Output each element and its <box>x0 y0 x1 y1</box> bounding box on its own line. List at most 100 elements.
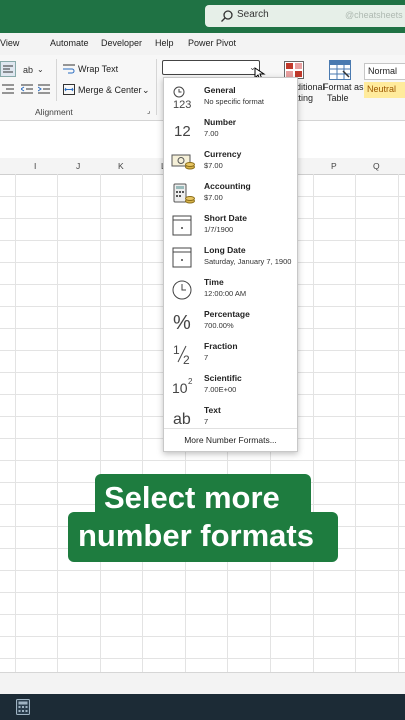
svg-text:ab: ab <box>23 65 33 75</box>
format-example: $7.00 <box>204 161 223 170</box>
scientific-icon: 10 2 <box>172 377 193 396</box>
ribbon-divider <box>56 59 57 101</box>
grid-row-line <box>0 658 405 659</box>
format-example: $7.00 <box>204 193 223 202</box>
menu-view[interactable]: View <box>0 38 19 48</box>
format-example: 700.00% <box>204 321 234 330</box>
svg-text:123: 123 <box>173 99 191 110</box>
alignment-group-label: Alignment <box>35 107 73 117</box>
format-option-time[interactable]: Time 12:00:00 AM <box>164 274 297 306</box>
wrap-text-button[interactable]: Wrap Text <box>78 64 118 74</box>
grid-column-line <box>100 174 101 684</box>
grid-row-line <box>0 592 405 593</box>
format-example: 7 <box>204 353 209 362</box>
format-name: Fraction <box>204 341 238 351</box>
calculator-icon[interactable] <box>16 699 30 715</box>
format-name: Percentage <box>204 309 250 319</box>
more-number-formats-button[interactable]: More Number Formats... <box>164 435 297 445</box>
format-name: Time <box>204 277 224 287</box>
title-bar: Search @cheatsheets <box>0 0 405 33</box>
format-example: 7.00 <box>204 129 219 138</box>
grid-column-line <box>57 174 58 684</box>
grid-column-line <box>15 174 16 684</box>
taskbar <box>0 694 405 720</box>
format-example: 12:00:00 AM <box>204 289 247 298</box>
grid-row-line <box>0 460 405 461</box>
search-icon <box>221 10 233 22</box>
accounting-icon <box>173 183 195 204</box>
format-name: Accounting <box>204 181 251 191</box>
format-name: Long Date <box>204 245 246 255</box>
format-option-long-date[interactable]: Long Date Saturday, January 7, 1900 <box>164 242 297 274</box>
menu-developer[interactable]: Developer <box>101 38 142 48</box>
format-option-currency[interactable]: Currency $7.00 <box>164 146 297 178</box>
decrease-indent-icon[interactable] <box>21 83 33 95</box>
caption-line-1: Select more <box>104 480 280 515</box>
ribbon-divider <box>156 59 157 115</box>
grid-row-line <box>0 614 405 615</box>
merge-dropdown-icon[interactable]: ⌄ <box>142 85 150 96</box>
style-neutral[interactable]: Neutral <box>364 82 405 98</box>
format-option-fraction[interactable]: 1 2 Fraction 7 <box>164 338 297 370</box>
format-name: Text <box>204 405 221 415</box>
format-option-scientific[interactable]: 10 2 Scientific 7.00E+00 <box>164 370 297 402</box>
svg-text:10: 10 <box>172 380 188 396</box>
conditional-formatting-label-1[interactable]: ditional <box>296 82 325 92</box>
column-header[interactable]: Q <box>373 161 380 171</box>
orientation-icon[interactable]: ab ⌄ <box>22 62 44 76</box>
menu-power-pivot[interactable]: Power Pivot <box>188 38 236 48</box>
format-example: 7 <box>204 417 209 426</box>
dialog-launcher-icon[interactable]: ⌟ <box>147 107 150 115</box>
grid-column-line <box>398 174 399 684</box>
column-header[interactable]: I <box>34 161 36 171</box>
grid-column-line <box>313 174 314 684</box>
svg-text:⌄: ⌄ <box>37 65 44 74</box>
search-placeholder: Search <box>237 9 269 20</box>
format-option-number[interactable]: 12 Number 7.00 <box>164 114 297 146</box>
increase-indent-icon[interactable] <box>38 83 50 95</box>
format-option-accounting[interactable]: Accounting $7.00 <box>164 178 297 210</box>
format-example: 1/7/1900 <box>204 225 234 234</box>
grid-column-line <box>142 174 143 684</box>
format-option-percentage[interactable]: % Percentage 700.00% <box>164 306 297 338</box>
column-header[interactable]: P <box>331 161 337 171</box>
menu-bar: View Automate Developer Help Power Pivot <box>0 33 405 55</box>
menu-divider <box>164 428 297 429</box>
format-example: Saturday, January 7, 1900 <box>204 257 292 266</box>
clock-icon <box>172 280 192 300</box>
format-as-table-label-1[interactable]: Format as <box>323 82 364 92</box>
column-header[interactable]: K <box>118 161 124 171</box>
menu-automate[interactable]: Automate <box>50 38 89 48</box>
grid-column-line <box>355 174 356 684</box>
format-option-short-date[interactable]: Short Date 1/7/1900 <box>164 210 297 242</box>
wrap-text-icon <box>63 64 75 74</box>
number-format-box[interactable]: ⌄ <box>162 60 260 75</box>
conditional-formatting-label-2[interactable]: tting <box>296 93 313 103</box>
search-box[interactable]: Search @cheatsheets <box>205 5 405 27</box>
svg-text:%: % <box>173 312 191 334</box>
format-example: No specific format <box>204 97 265 106</box>
general-123-icon: 123 <box>173 86 191 110</box>
align-left-icon[interactable] <box>0 61 16 77</box>
format-name: Currency <box>204 149 242 159</box>
indent-icon[interactable] <box>2 83 14 95</box>
merge-center-button[interactable]: Merge & Center <box>78 85 142 95</box>
caption-overlay: Select more number formats <box>68 474 338 562</box>
format-as-table-label-2[interactable]: Table <box>327 93 349 103</box>
svg-text:ab: ab <box>173 411 191 428</box>
column-header[interactable]: J <box>76 161 80 171</box>
format-option-text[interactable]: ab Text 7 <box>164 402 297 434</box>
menu-help[interactable]: Help <box>155 38 174 48</box>
svg-text:2: 2 <box>188 377 193 386</box>
format-name: Scientific <box>204 373 242 383</box>
number-format-dropdown: 123 General No specific format 12 Number… <box>163 77 298 452</box>
format-option-general[interactable]: 123 General No specific format <box>164 82 297 114</box>
format-as-table-icon <box>329 60 351 80</box>
style-normal[interactable]: Normal <box>364 63 405 80</box>
merge-center-icon <box>63 84 75 95</box>
number-12-icon: 12 <box>174 123 191 140</box>
svg-text:2: 2 <box>183 353 190 366</box>
svg-text:12: 12 <box>174 123 191 140</box>
format-name: General <box>204 85 236 95</box>
svg-text:1: 1 <box>173 343 180 357</box>
